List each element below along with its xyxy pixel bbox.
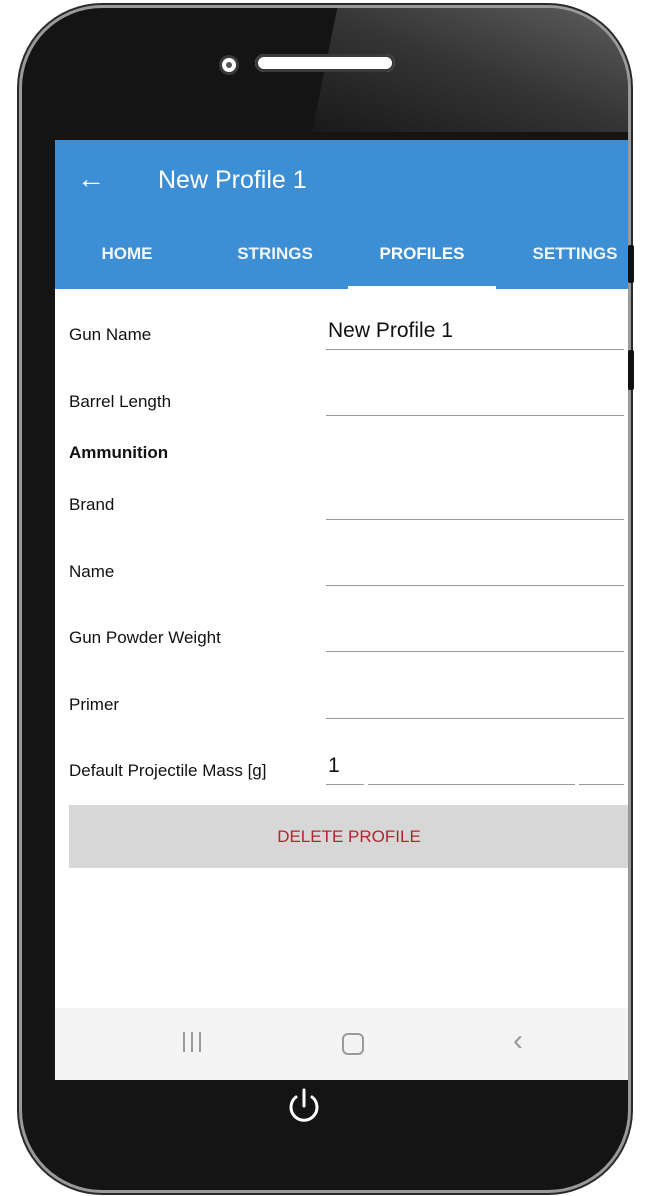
projectile-mass-label: Default Projectile Mass [g] <box>69 761 267 780</box>
app-screen: ← New Profile 1 HOME STRINGS PROFILES SE… <box>55 140 628 1080</box>
system-nav-bar: ‹ <box>55 1008 628 1080</box>
home-icon[interactable] <box>333 1024 373 1060</box>
powder-weight-label: Gun Powder Weight <box>69 628 221 647</box>
chevron-left-icon[interactable]: ‹ <box>498 1024 538 1060</box>
name-field[interactable] <box>326 550 624 586</box>
volume-button <box>628 245 634 283</box>
primer-label: Primer <box>69 695 120 714</box>
gun-name-field[interactable]: New Profile 1 <box>326 314 624 350</box>
delete-profile-button[interactable]: DELETE PROFILE <box>69 805 628 868</box>
gun-name-label: Gun Name <box>69 325 152 344</box>
barrel-length-field[interactable] <box>326 380 624 416</box>
ammunition-heading: Ammunition <box>69 443 169 462</box>
powder-weight-field[interactable] <box>326 616 624 652</box>
name-label: Name <box>69 562 115 581</box>
tab-home[interactable]: HOME <box>77 232 177 289</box>
arrow-left-icon[interactable]: ← <box>77 162 105 196</box>
tab-settings[interactable]: SETTINGS <box>513 232 628 289</box>
earpiece-speaker <box>255 54 395 72</box>
tab-profiles[interactable]: PROFILES <box>355 232 489 289</box>
tab-bar: HOME STRINGS PROFILES SETTINGS <box>55 232 628 289</box>
recents-icon[interactable] <box>172 1024 212 1060</box>
page-title: New Profile 1 <box>158 166 307 194</box>
brand-label: Brand <box>69 495 115 514</box>
projectile-mass-field[interactable]: 1 <box>326 751 364 785</box>
front-camera <box>222 58 236 72</box>
active-tab-indicator <box>348 286 496 289</box>
projectile-mass-unit-underline <box>579 751 624 785</box>
tab-strings[interactable]: STRINGS <box>215 232 335 289</box>
power-icon[interactable] <box>284 1086 324 1126</box>
projectile-mass-underline <box>368 751 575 785</box>
primer-field[interactable] <box>326 683 624 719</box>
brand-field[interactable] <box>326 484 624 520</box>
phone-frame: ← New Profile 1 HOME STRINGS PROFILES SE… <box>22 8 628 1190</box>
barrel-length-label: Barrel Length <box>69 392 172 411</box>
side-button <box>628 350 634 390</box>
app-bar: ← New Profile 1 HOME STRINGS PROFILES SE… <box>55 140 628 289</box>
